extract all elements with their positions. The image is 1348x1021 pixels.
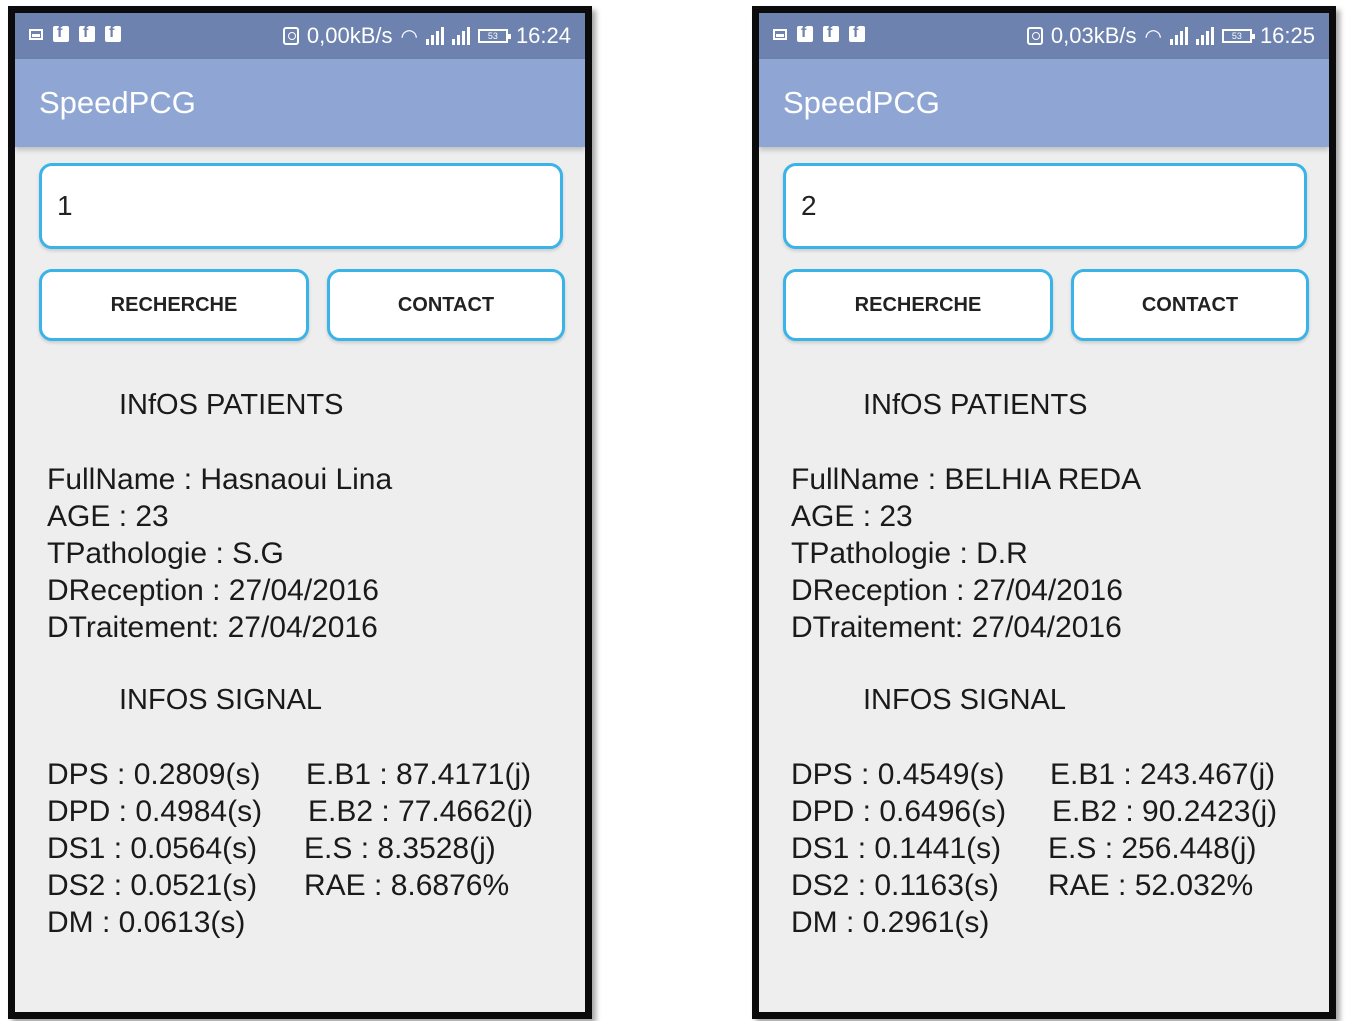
data-rate: 0,03kB/s bbox=[1050, 23, 1137, 48]
signal-ds1: DS1 : 0.1441(s) bbox=[791, 832, 1002, 865]
signal-icon bbox=[451, 27, 470, 45]
wifi-icon: ◠ bbox=[1144, 25, 1162, 48]
patient-reception-date: DReception : 27/04/2016 bbox=[791, 574, 1123, 607]
search-button[interactable]: RECHERCHE bbox=[783, 269, 1053, 341]
signal-eb1: E.B1 : 87.4171(j) bbox=[306, 758, 532, 791]
phone-screen-left: 0,00kB/s ◠ 53 16:24 SpeedPCG 1 RECHERCHE… bbox=[8, 6, 592, 1019]
signal-icon bbox=[1195, 27, 1214, 45]
signal-dm: DM : 0.0613(s) bbox=[47, 906, 246, 939]
phone-screen-right: 0,03kB/s ◠ 53 16:25 SpeedPCG 2 RECHERCHE… bbox=[752, 6, 1336, 1019]
status-bar: 0,03kB/s ◠ 53 16:25 bbox=[759, 13, 1329, 59]
signal-eb1: E.B1 : 243.467(j) bbox=[1050, 758, 1276, 791]
clock: 16:24 bbox=[515, 23, 571, 48]
signal-dps: DPS : 0.2809(s) bbox=[47, 758, 261, 791]
app-bar: SpeedPCG bbox=[759, 59, 1329, 147]
signal-dpd: DPD : 0.4984(s) bbox=[47, 795, 263, 828]
screenshot-icon bbox=[29, 28, 43, 40]
patient-full-name: FullName : Hasnaoui Lina bbox=[47, 463, 393, 496]
patient-reception-date: DReception : 27/04/2016 bbox=[47, 574, 379, 607]
patient-info-heading: INfOS PATIENTS bbox=[863, 389, 1088, 421]
patient-full-name: FullName : BELHIA REDA bbox=[791, 463, 1142, 496]
patient-id-input[interactable]: 1 bbox=[39, 163, 563, 249]
alarm-icon bbox=[1026, 27, 1043, 45]
signal-icon bbox=[1169, 27, 1188, 45]
signal-info-heading: INFOS SIGNAL bbox=[119, 684, 323, 716]
signal-icon bbox=[425, 27, 444, 45]
facebook-icon bbox=[797, 24, 813, 42]
search-button[interactable]: RECHERCHE bbox=[39, 269, 309, 341]
signal-es: E.S : 8.3528(j) bbox=[304, 832, 496, 865]
clock: 16:25 bbox=[1259, 23, 1315, 48]
facebook-icon bbox=[53, 24, 69, 42]
signal-ds1: DS1 : 0.0564(s) bbox=[47, 832, 258, 865]
contact-button[interactable]: CONTACT bbox=[327, 269, 565, 341]
signal-dps: DPS : 0.4549(s) bbox=[791, 758, 1005, 791]
facebook-icon bbox=[823, 24, 839, 42]
patient-age: AGE : 23 bbox=[47, 500, 169, 533]
signal-dpd: DPD : 0.6496(s) bbox=[791, 795, 1007, 828]
patient-treatment-date: DTraitement: 27/04/2016 bbox=[791, 611, 1122, 644]
patient-info-heading: INfOS PATIENTS bbox=[119, 389, 344, 421]
app-title: SpeedPCG bbox=[783, 85, 940, 120]
data-rate: 0,00kB/s bbox=[306, 23, 393, 48]
signal-rae: RAE : 52.032% bbox=[1048, 869, 1254, 902]
status-bar: 0,00kB/s ◠ 53 16:24 bbox=[15, 13, 585, 59]
patient-pathology: TPathologie : D.R bbox=[791, 537, 1028, 570]
patient-treatment-date: DTraitement: 27/04/2016 bbox=[47, 611, 378, 644]
battery-icon: 53 bbox=[1221, 29, 1255, 43]
signal-eb2: E.B2 : 90.2423(j) bbox=[1052, 795, 1278, 828]
signal-ds2: DS2 : 0.0521(s) bbox=[47, 869, 258, 902]
wifi-icon: ◠ bbox=[400, 25, 418, 48]
facebook-icon bbox=[79, 24, 95, 42]
signal-ds2: DS2 : 0.1163(s) bbox=[791, 869, 999, 902]
signal-rae: RAE : 8.6876% bbox=[304, 869, 510, 902]
signal-dm: DM : 0.2961(s) bbox=[791, 906, 990, 939]
app-bar: SpeedPCG bbox=[15, 59, 585, 147]
patient-pathology: TPathologie : S.G bbox=[47, 537, 284, 570]
facebook-icon bbox=[105, 24, 121, 42]
signal-es: E.S : 256.448(j) bbox=[1048, 832, 1257, 865]
signal-eb2: E.B2 : 77.4662(j) bbox=[308, 795, 534, 828]
app-title: SpeedPCG bbox=[39, 85, 196, 120]
battery-icon: 53 bbox=[477, 29, 511, 43]
patient-id-input[interactable]: 2 bbox=[783, 163, 1307, 249]
patient-age: AGE : 23 bbox=[791, 500, 913, 533]
screenshot-icon bbox=[773, 28, 787, 40]
facebook-icon bbox=[849, 24, 865, 42]
alarm-icon bbox=[282, 27, 299, 45]
signal-info-heading: INFOS SIGNAL bbox=[863, 684, 1067, 716]
contact-button[interactable]: CONTACT bbox=[1071, 269, 1309, 341]
